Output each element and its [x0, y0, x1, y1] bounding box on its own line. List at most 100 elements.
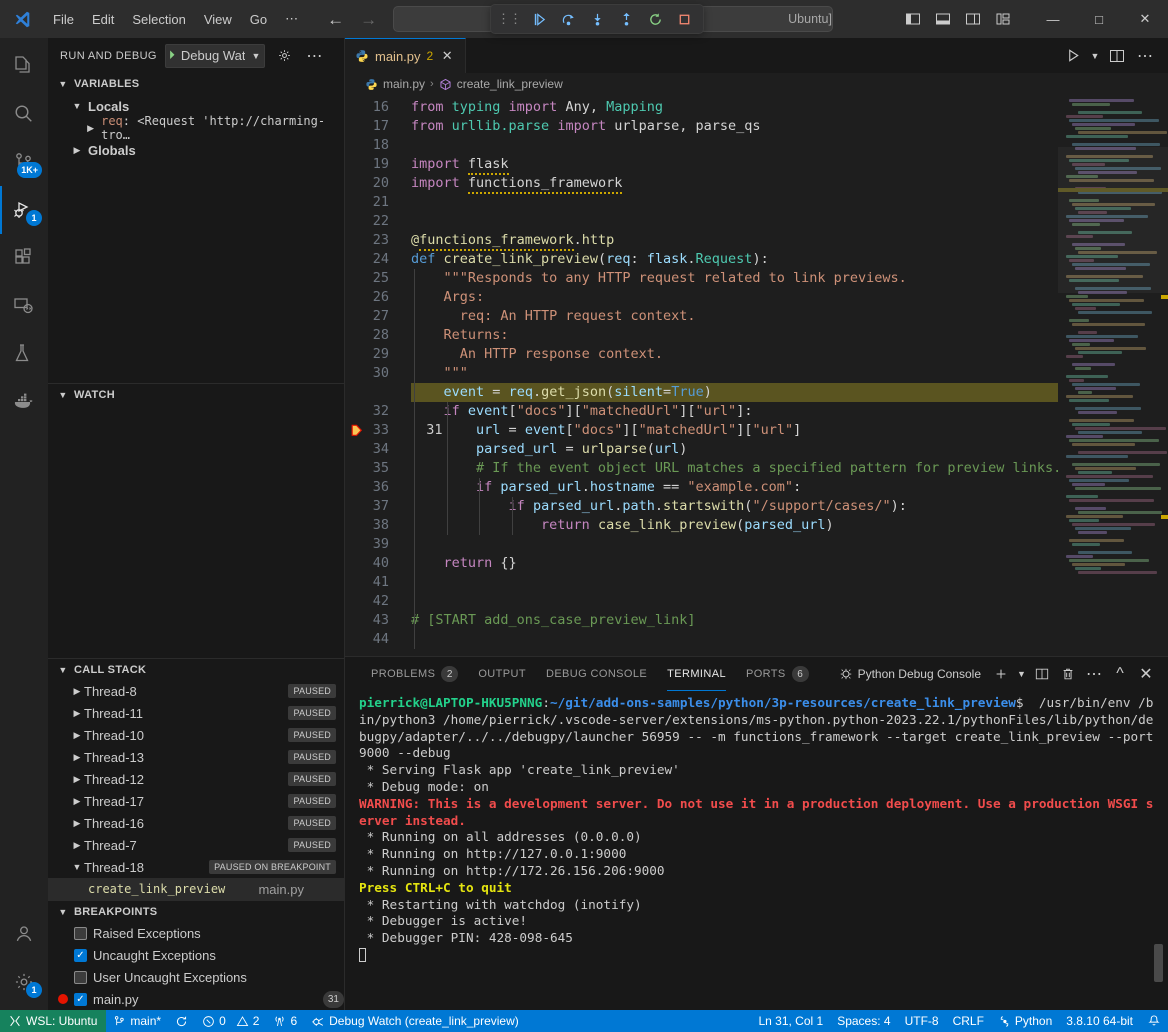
sidebar-more-actions-button[interactable]: ⋯ [303, 45, 325, 67]
panel-tab-ports[interactable]: PORTS 6 [736, 657, 819, 691]
tab-close-icon[interactable]: ✕ [439, 48, 455, 64]
code-line[interactable] [411, 212, 1058, 231]
callstack-thread-row[interactable]: ▶ Thread-11 PAUSED [48, 702, 344, 724]
split-terminal-button[interactable] [1030, 662, 1054, 686]
code-line[interactable] [411, 573, 1058, 592]
debug-continue-button[interactable] [526, 7, 552, 31]
status-eol[interactable]: CRLF [946, 1010, 991, 1032]
chevron-right-icon[interactable]: ▶ [70, 708, 84, 719]
code-line[interactable]: if parsed_url.path.startswith("/support/… [411, 497, 1058, 516]
start-debugging-icon[interactable]: ⏵ [169, 48, 175, 63]
new-terminal-button[interactable] [989, 662, 1013, 686]
debug-step-out-button[interactable] [613, 7, 639, 31]
code-line[interactable]: return case_link_preview(parsed_url) [411, 516, 1058, 535]
status-branch[interactable]: main* [106, 1010, 168, 1032]
close-panel-button[interactable]: ✕ [1134, 662, 1158, 686]
debug-configuration-select[interactable]: ⏵ Debug Wat ▼ [165, 44, 266, 68]
checkbox-checked[interactable]: ✓ [74, 949, 87, 962]
code-line[interactable]: import functions_framework [411, 174, 1058, 193]
callstack-section-header[interactable]: ▼ CALL STACK [48, 658, 344, 680]
status-remote-indicator[interactable]: WSL: Ubuntu [0, 1010, 106, 1032]
code-line[interactable] [411, 136, 1058, 155]
menu-edit[interactable]: Edit [83, 8, 123, 31]
code-line[interactable]: return {} [411, 554, 1058, 573]
chevron-right-icon[interactable]: ▶ [70, 818, 84, 829]
code-line[interactable]: if parsed_url.hostname == "example.com": [411, 478, 1058, 497]
breadcrumb-symbol[interactable]: create_link_preview [457, 77, 563, 91]
watch-section-header[interactable]: ▼ WATCH [48, 383, 344, 405]
variables-section-header[interactable]: ▼ VARIABLES [48, 73, 344, 95]
maximize-button[interactable]: □ [1076, 0, 1122, 38]
breakpoint-main-py[interactable]: ✓ main.py 31 [48, 988, 344, 1010]
code-line[interactable]: parsed_url = urlparse(url) [411, 440, 1058, 459]
code-line[interactable] [411, 193, 1058, 212]
breakpoint-raised-exceptions[interactable]: Raised Exceptions [48, 922, 344, 944]
open-launch-json-button[interactable] [273, 45, 295, 67]
status-indentation[interactable]: Spaces: 4 [830, 1010, 897, 1032]
chevron-right-icon[interactable]: ▶ [70, 840, 84, 851]
activitybar-item-docker[interactable] [0, 378, 48, 426]
breakpoints-section-header[interactable]: ▼ BREAKPOINTS [48, 900, 344, 922]
minimize-button[interactable]: — [1030, 0, 1076, 38]
tree-item-globals[interactable]: ▶ Globals [48, 139, 344, 161]
tree-item-req[interactable]: ▶ req: <Request 'http://charming-tro… [48, 117, 344, 139]
status-debug-session[interactable]: Debug Watch (create_link_preview) [304, 1010, 526, 1032]
callstack-thread-row[interactable]: ▶ Thread-8 PAUSED [48, 680, 344, 702]
code-line[interactable] [411, 592, 1058, 611]
status-cursor-position[interactable]: Ln 31, Col 1 [751, 1010, 830, 1032]
code-line[interactable]: # [START add_ons_case_preview_link] [411, 611, 1058, 630]
active-terminal-name[interactable]: Python Debug Console [839, 667, 987, 681]
panel-more-actions-button[interactable]: ⋯ [1082, 662, 1106, 686]
forward-arrow-icon[interactable]: → [360, 11, 377, 28]
run-python-file-button[interactable] [1060, 43, 1086, 69]
menu-view[interactable]: View [195, 8, 241, 31]
status-problems[interactable]: 0 2 [195, 1010, 266, 1032]
code-line[interactable]: import flask [411, 155, 1058, 174]
back-arrow-icon[interactable]: ← [327, 11, 344, 28]
callstack-thread-row[interactable]: ▶ Thread-13 PAUSED [48, 746, 344, 768]
code-line-current[interactable]: event = req.get_json(silent=True) [411, 383, 1058, 402]
code-line[interactable]: # If the event object URL matches a spec… [411, 459, 1058, 478]
debug-toolbar-grip-icon[interactable]: ⋮⋮ [497, 11, 523, 27]
terminal-output[interactable]: pierrick@LAPTOP-HKU5PNNG:~/git/add-ons-s… [345, 691, 1168, 1010]
terminal-scrollbar[interactable] [1154, 944, 1163, 982]
code-line[interactable]: req: An HTTP request context. [411, 307, 1058, 326]
code-line[interactable] [411, 535, 1058, 554]
code-line[interactable]: url = event["docs"]["matchedUrl"]["url"] [411, 421, 1058, 440]
status-python-interpreter[interactable]: 3.8.10 64-bit [1059, 1010, 1140, 1032]
terminal-dropdown-icon[interactable]: ▼ [1015, 662, 1028, 686]
chevron-down-icon[interactable]: ▼ [70, 862, 84, 872]
watch-list[interactable] [48, 405, 344, 658]
split-editor-button[interactable] [1104, 43, 1130, 69]
activitybar-item-extensions[interactable] [0, 234, 48, 282]
code-line[interactable]: if event["docs"]["matchedUrl"]["url"]: [411, 402, 1058, 421]
breakpoint-uncaught-exceptions[interactable]: ✓ Uncaught Exceptions [48, 944, 344, 966]
checkbox-checked[interactable]: ✓ [74, 993, 87, 1006]
activitybar-item-source-control[interactable]: 1K+ [0, 138, 48, 186]
maximize-panel-button[interactable]: ^ [1108, 662, 1132, 686]
code-line[interactable] [411, 630, 1058, 649]
chevron-down-icon[interactable]: ▼ [251, 51, 260, 61]
panel-tab-terminal[interactable]: TERMINAL [657, 657, 736, 691]
checkbox[interactable] [74, 971, 87, 984]
checkbox[interactable] [74, 927, 87, 940]
breadcrumb-file[interactable]: main.py [383, 77, 425, 91]
activitybar-item-remote-explorer[interactable] [0, 282, 48, 330]
callstack-thread-row[interactable]: ▶ Thread-7 PAUSED [48, 834, 344, 856]
status-language-mode[interactable]: Python [991, 1010, 1059, 1032]
callstack-thread-row[interactable]: ▶ Thread-17 PAUSED [48, 790, 344, 812]
toggle-panel-icon[interactable] [930, 7, 956, 31]
activitybar-item-testing[interactable] [0, 330, 48, 378]
panel-tab-debug-console[interactable]: DEBUG CONSOLE [536, 657, 657, 691]
debug-step-over-button[interactable] [555, 7, 581, 31]
toggle-primary-sidebar-icon[interactable] [900, 7, 926, 31]
menu-selection[interactable]: Selection [123, 8, 194, 31]
activitybar-item-run-and-debug[interactable]: 1 [0, 186, 48, 234]
code-line[interactable]: from typing import Any, Mapping [411, 98, 1058, 117]
code-line[interactable]: Args: [411, 288, 1058, 307]
toggle-secondary-sidebar-icon[interactable] [960, 7, 986, 31]
code-line[interactable]: """Responds to any HTTP request related … [411, 269, 1058, 288]
terminal-prompt-line[interactable] [359, 947, 1160, 964]
minimap-slider[interactable] [1058, 147, 1168, 293]
activitybar-item-accounts[interactable] [0, 910, 48, 958]
